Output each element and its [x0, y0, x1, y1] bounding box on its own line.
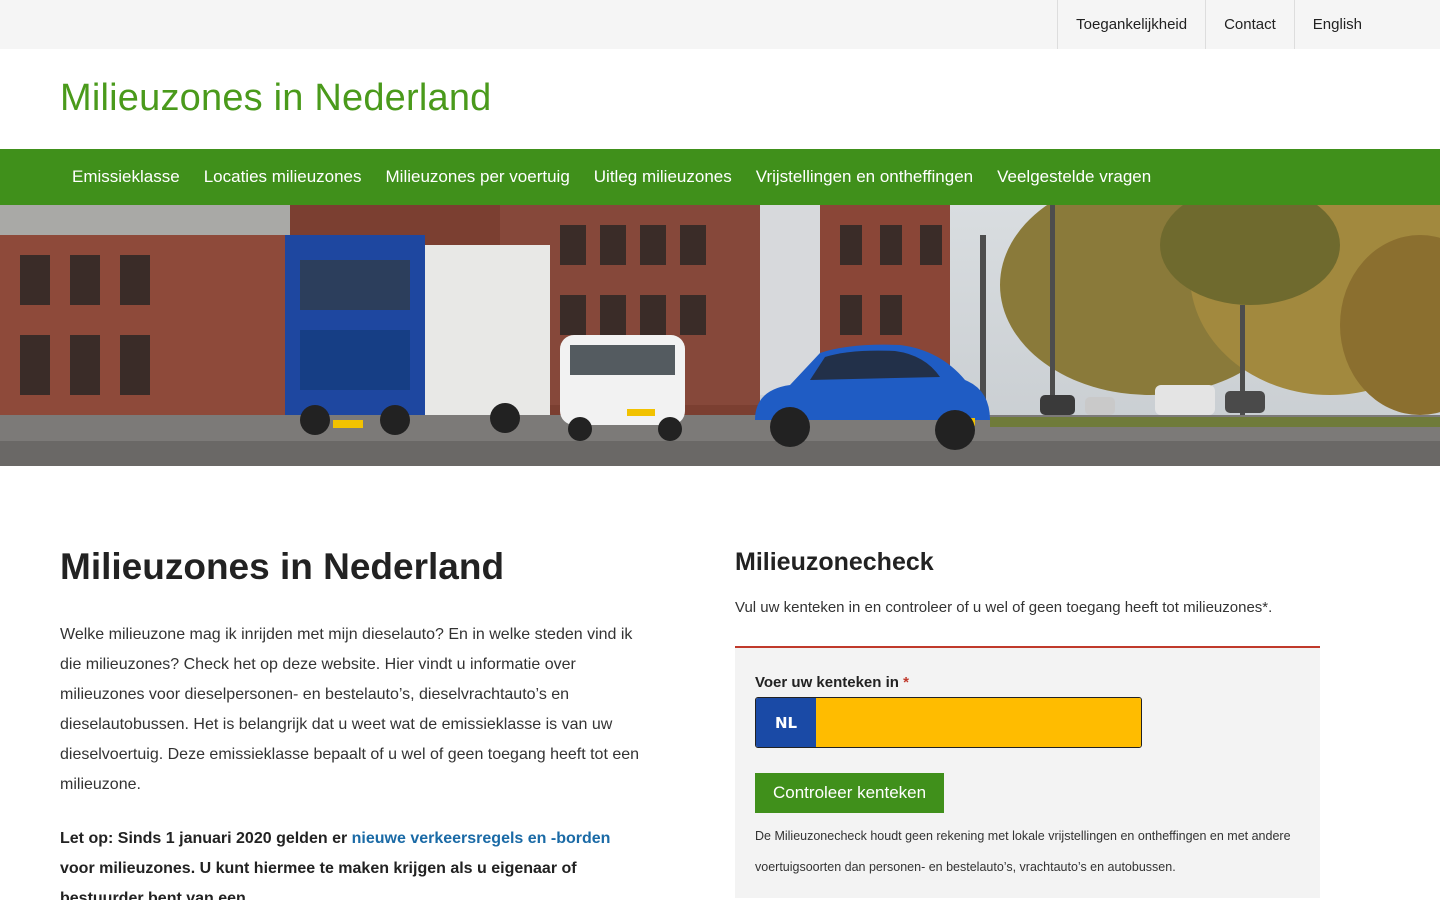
check-title: Milieuzonecheck	[735, 548, 934, 576]
main-navigation: Emissieklasse Locaties milieuzones Milie…	[0, 149, 1440, 205]
page-title: Milieuzones in Nederland	[60, 546, 505, 587]
nav-veelgestelde-vragen[interactable]: Veelgestelde vragen	[985, 167, 1163, 187]
milieuzonecheck-column: Milieuzonecheck Vul uw kenteken in en co…	[735, 548, 1320, 898]
country-code-badge: NL	[756, 698, 816, 747]
plate-label-text: Voer uw kenteken in	[755, 674, 899, 691]
license-plate-input[interactable]	[816, 698, 1141, 747]
notice-text-start: Let op: Sinds 1 januari 2020 gelden er	[60, 830, 352, 847]
check-subtitle: Vul uw kenteken in en controleer of u we…	[735, 599, 1273, 616]
intro-text: Welke milieuzone mag ik inrijden met mij…	[60, 626, 640, 793]
nav-uitleg-milieuzones[interactable]: Uitleg milieuzones	[582, 167, 744, 187]
link-english[interactable]: English	[1293, 0, 1380, 49]
hero-image	[0, 205, 1440, 466]
intro-column: Milieuzones in Nederland Welke milieuzon…	[60, 546, 640, 900]
required-marker: *	[903, 674, 909, 691]
nav-milieuzones-per-voertuig[interactable]: Milieuzones per voertuig	[374, 167, 582, 187]
notice-text-end: voor milieuzones. U kunt hiermee te make…	[60, 860, 577, 900]
nav-emissieklasse[interactable]: Emissieklasse	[60, 167, 192, 187]
check-disclaimer: De Milieuzonecheck houdt geen rekening m…	[755, 829, 1291, 874]
utility-links: Toegankelijkheid Contact English	[1057, 0, 1380, 49]
nav-vrijstellingen[interactable]: Vrijstellingen en ontheffingen	[744, 167, 985, 187]
license-plate-field: NL	[755, 697, 1142, 748]
site-title[interactable]: Milieuzones in Nederland	[60, 77, 491, 120]
site-header: Milieuzones in Nederland	[0, 49, 1440, 149]
link-contact[interactable]: Contact	[1205, 0, 1294, 49]
check-form: Voer uw kenteken in * NL Controleer kent…	[735, 646, 1320, 898]
notice-text: Let op: Sinds 1 januari 2020 gelden er n…	[60, 824, 640, 900]
street-scene-illustration	[0, 205, 1440, 466]
check-plate-button[interactable]: Controleer kenteken	[755, 773, 945, 813]
nav-locaties-milieuzones[interactable]: Locaties milieuzones	[192, 167, 374, 187]
plate-label: Voer uw kenteken in *	[755, 674, 1300, 691]
utility-bar: Toegankelijkheid Contact English	[0, 0, 1440, 49]
notice-link[interactable]: nieuwe verkeersregels en -borden	[352, 830, 611, 847]
link-toegankelijkheid[interactable]: Toegankelijkheid	[1057, 0, 1205, 49]
